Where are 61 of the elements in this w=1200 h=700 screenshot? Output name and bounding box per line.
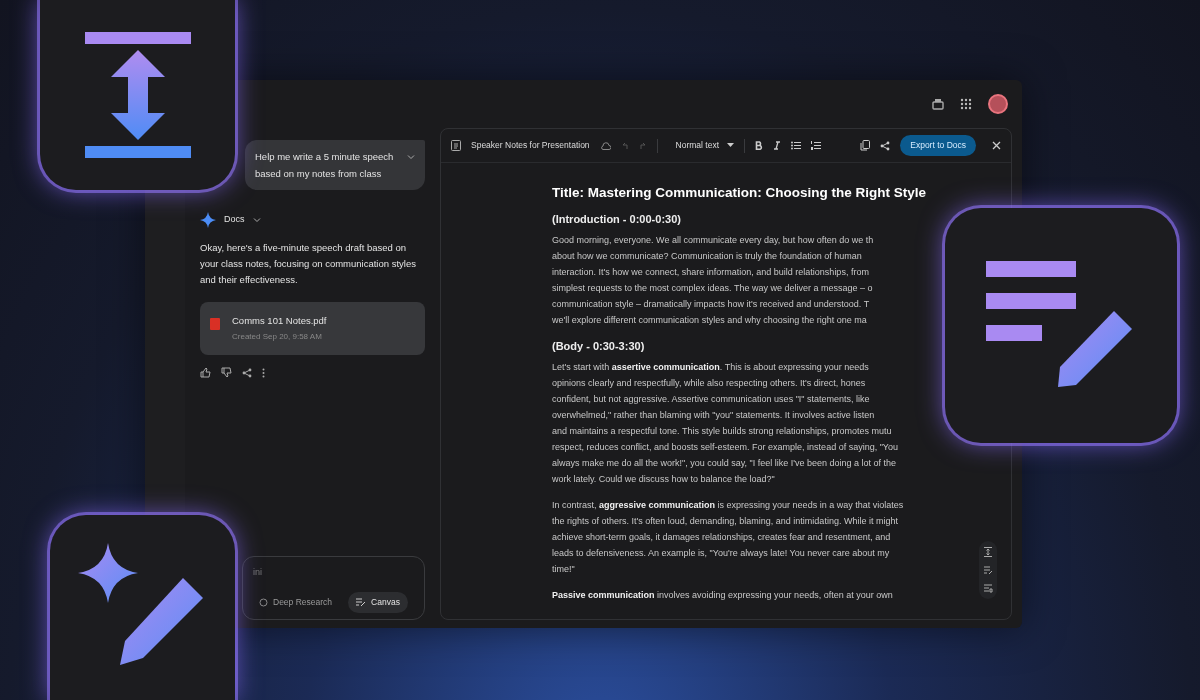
paragraph-line: the rights of others. It's often loud, demanding, blaming, and intimidating. While it might	[552, 515, 898, 528]
bulleted-list-icon[interactable]	[791, 141, 802, 150]
attachment-date: Created Sep 20, 9:58 AM	[232, 331, 323, 344]
circle-icon	[259, 598, 268, 608]
expand-vertical-icon	[84, 32, 191, 158]
document-title: Speaker Notes for Presentation	[471, 139, 590, 152]
thumbs-down-icon[interactable]	[221, 367, 232, 379]
source-label[interactable]: Docs	[224, 213, 245, 227]
paragraph-line: leads to defensiveness. An example is, "You're always late! You never care about my	[552, 547, 890, 560]
close-icon[interactable]	[992, 141, 1001, 150]
paragraph-line: Passive communication involves avoiding expressing your needs, often at your own	[552, 589, 893, 602]
prompt-text: Help me write a 5 minute speech based on my notes from class	[255, 150, 395, 181]
document-heading: Title: Mastering Communication: Choosing the Right Style	[552, 185, 926, 201]
paragraph-line: achieve short-term goals, it damages relationships, creates fear and resentment, and	[552, 531, 891, 544]
apps-grid-icon[interactable]	[960, 98, 972, 110]
paragraph-line: always make me do all the work!", you could say, "I feel like I've been doing a lot of the	[552, 457, 897, 470]
paragraph-line: opinions clearly and respectfully, while also respecting others. It's direct, hones	[552, 377, 866, 390]
paragraph-line: interaction. It's how we connect, share information, and build relationships, from	[552, 266, 869, 279]
document-icon	[451, 140, 461, 151]
paragraph-line: overwhelmed," rather than blaming with "you" statements. It involves active listen	[552, 409, 875, 422]
paragraph-line: and maintains a respectful tone. This style builds strong relationships, promotes mutu	[552, 425, 892, 438]
paragraph-line: about how we communicate? Communication is truly the foundation of human	[552, 250, 862, 263]
cloud-icon	[599, 141, 611, 150]
export-button[interactable]: Export to Docs	[900, 135, 976, 156]
numbered-list-icon[interactable]	[811, 141, 822, 150]
attachment-name: Comms 101 Notes.pdf	[232, 314, 327, 328]
paragraph-line: time!"	[552, 563, 575, 576]
share-icon[interactable]	[880, 140, 891, 151]
chevron-icon[interactable]	[252, 216, 261, 224]
share-icon[interactable]	[242, 367, 252, 378]
tool-chip[interactable]: Deep Research	[251, 592, 341, 613]
text-lines-icon[interactable]	[983, 565, 993, 575]
italic-icon[interactable]	[773, 141, 782, 150]
pdf-icon	[210, 318, 220, 330]
more-icon[interactable]	[262, 367, 265, 378]
paragraph-line: we'll explore different communication styles and why choosing the right one ma	[552, 314, 867, 327]
paragraph-line: work lately. Could we discuss how to balance the load?"	[552, 473, 775, 486]
paragraph-line: In contrast, aggressive communication is expressing your needs in a way that violates	[552, 499, 904, 512]
section-heading: (Body - 0:30-3:30)	[552, 339, 645, 354]
thumbs-up-icon[interactable]	[200, 367, 211, 379]
section-heading: (Introduction - 0:00-0:30)	[552, 212, 681, 227]
paragraph-line: Let's start with assertive communication. This is about expressing your needs	[552, 361, 869, 374]
tool-chip[interactable]: Canvas	[348, 592, 408, 613]
sparkle-icon	[200, 212, 216, 228]
text-style-dropdown[interactable]: Normal text	[675, 139, 735, 152]
caret-icon	[727, 143, 735, 148]
copy-icon[interactable]	[860, 140, 871, 151]
prompt-input[interactable]: ini Deep Research Canvas	[242, 556, 425, 620]
canvas-icon	[356, 598, 367, 608]
bold-icon[interactable]	[755, 141, 764, 150]
chevron-icon[interactable]	[407, 153, 415, 161]
text-lines-icon[interactable]	[983, 583, 993, 593]
avatar[interactable]	[988, 94, 1008, 114]
expand-vertical-icon[interactable]	[983, 547, 993, 557]
paragraph-line: communication style – dramatically impacts how it's received and understood. T	[552, 298, 870, 311]
paragraph-line: respect, reduces conflict, and boosts self-esteem. For example, instead of saying, "You	[552, 441, 899, 454]
paragraph-line: confident, but not aggressive. Assertive communication uses "I" statements, like	[552, 393, 870, 406]
attachment-card[interactable]: Comms 101 Notes.pdf Created Sep 20, 9:58 AM	[200, 302, 425, 356]
paragraph-line: simplest requests to the most complex ideas. The way we deliver a message – o	[552, 282, 873, 295]
response-text: Okay, here's a five-minute speech draft based on your class notes, focusing on communication styles and their effectiveness.	[200, 241, 417, 287]
paragraph-line: Good morning, everyone. We all communicate every day, but how often do we th	[552, 234, 874, 247]
